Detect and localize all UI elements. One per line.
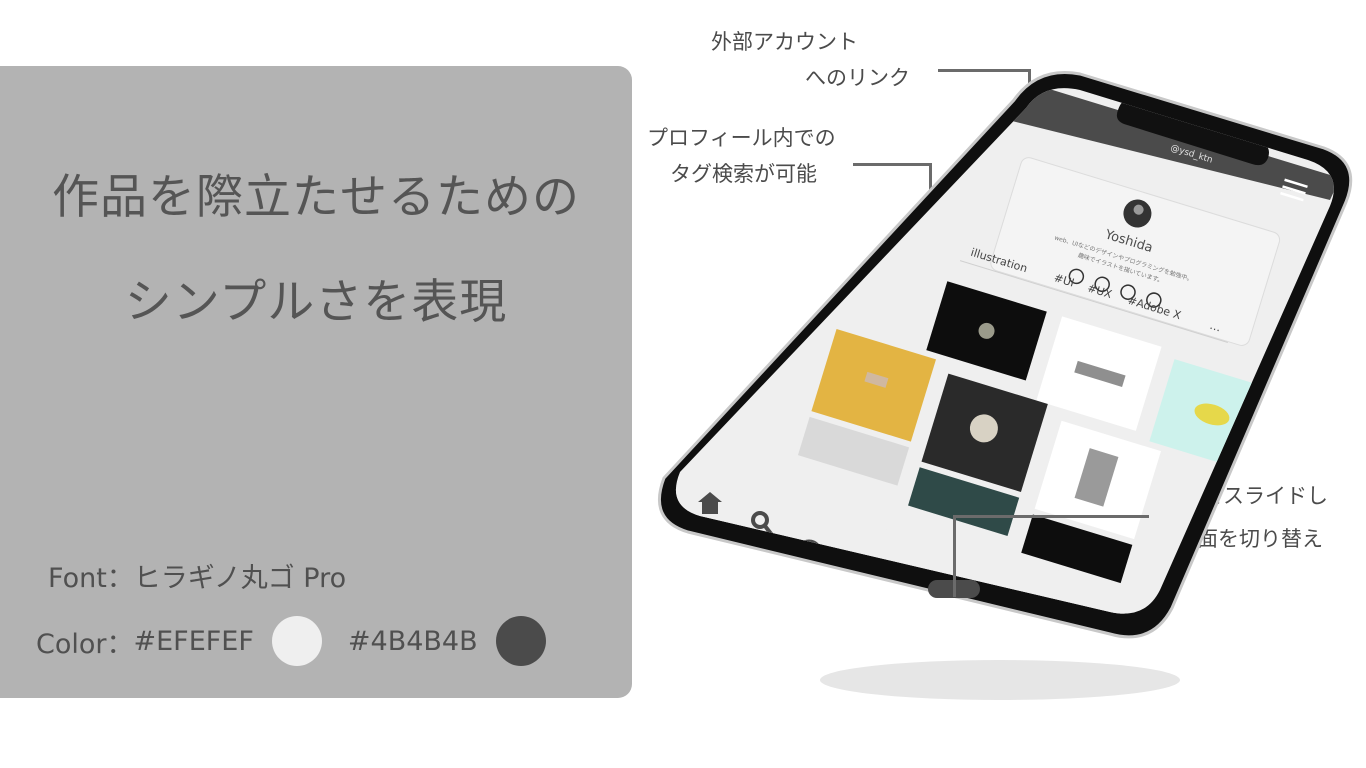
leader-slide-v [953,515,956,597]
phone-shadow [820,660,1180,700]
light-color-swatch [271,616,322,666]
profile-icon[interactable] [905,607,933,635]
headline-line1: 作品を際立たせるための [52,170,580,225]
color1-hex: #EFEFEF [133,625,254,657]
phone-mockup: @ysd_ktn Yoshida web、UIなどのデザインやプログラミングを勉… [658,71,1353,700]
color2-hex: #4B4B4B [347,625,478,657]
color-label: Color： [36,628,134,660]
dark-color-swatch [495,616,546,666]
bell-icon[interactable] [848,576,874,599]
color-spec: Color： #EFEFEF #4B4B4B [36,614,546,668]
info-card: 作品を際立たせるための シンプルさを表現 Font：ヒラギノ丸ゴ Pro Col… [0,66,632,698]
leader-slide-h [953,515,1149,518]
font-spec: Font：ヒラギノ丸ゴ Pro [48,563,347,594]
callout-external-line1: 外部アカウント [711,30,858,54]
headline-line2: シンプルさを表現 [124,275,508,330]
